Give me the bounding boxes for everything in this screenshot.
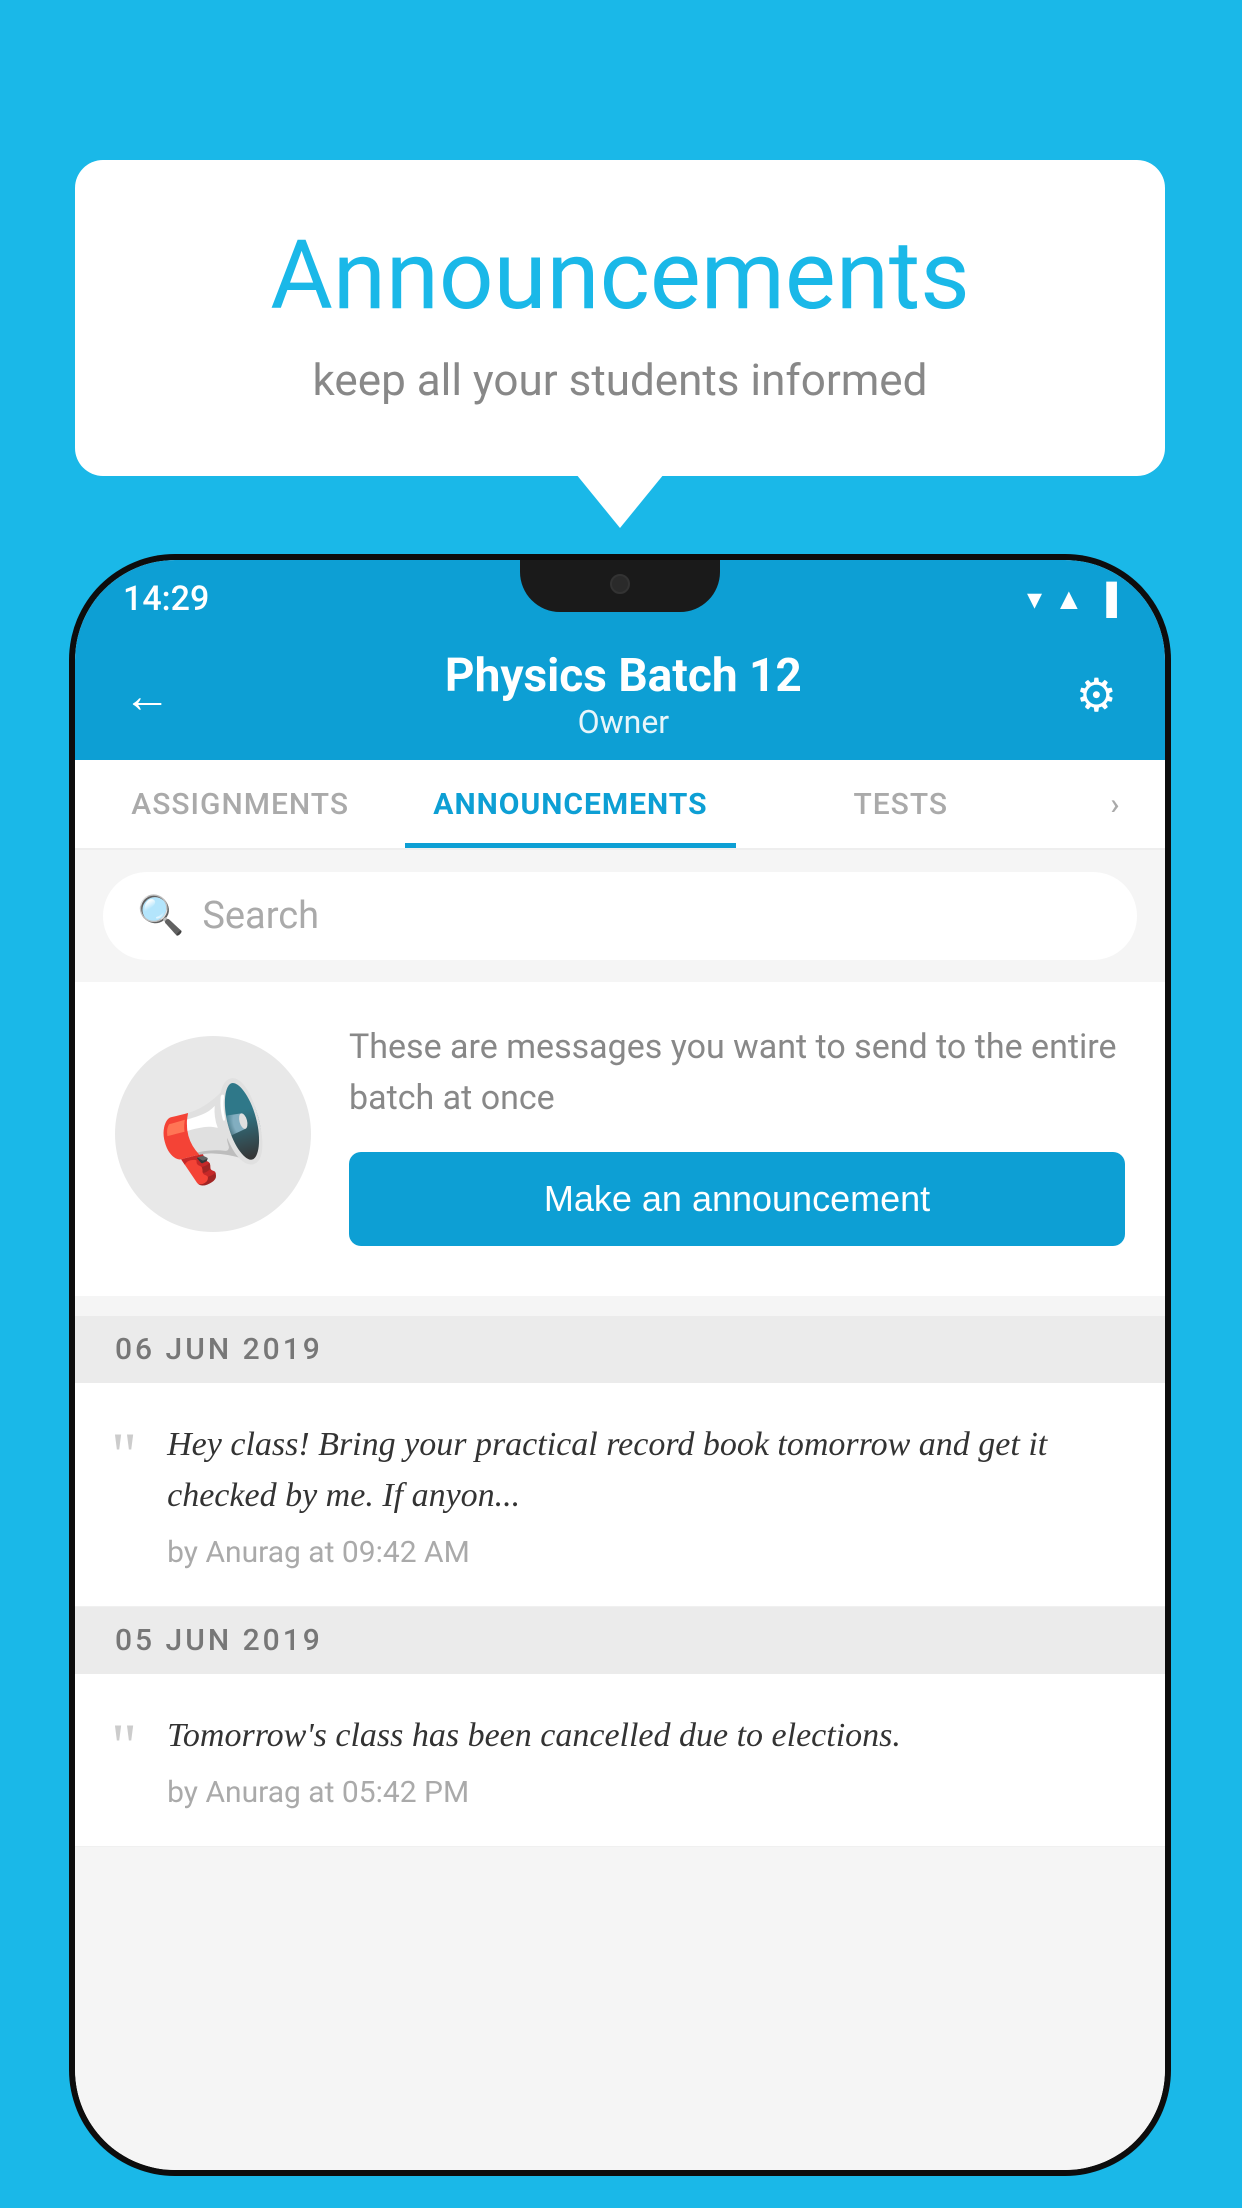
phone-frame: 14:29 ▾ ▲ ▐ ← Physics Batch 12 Owner ⚙ A… (75, 560, 1165, 2170)
tab-tests[interactable]: TESTS (736, 760, 1066, 848)
bubble-title: Announcements (155, 220, 1085, 332)
header-subtitle: Owner (445, 703, 802, 741)
wifi-icon: ▾ (1027, 582, 1042, 617)
phone-notch (520, 560, 720, 612)
more-icon: › (1110, 787, 1120, 822)
header-center: Physics Batch 12 Owner (445, 649, 802, 741)
front-camera (610, 574, 630, 594)
search-input[interactable]: Search (202, 894, 1103, 938)
quote-icon-2: " (111, 1714, 137, 1810)
announcement-text-1: Hey class! Bring your practical record b… (167, 1419, 1129, 1570)
tabs-bar: ASSIGNMENTS ANNOUNCEMENTS TESTS › (75, 760, 1165, 850)
announcement-meta-2: by Anurag at 05:42 PM (167, 1775, 901, 1810)
quote-icon-1: " (111, 1423, 137, 1570)
announce-description: These are messages you want to send to t… (349, 1022, 1125, 1124)
status-time: 14:29 (123, 579, 209, 619)
tab-assignments[interactable]: ASSIGNMENTS (75, 760, 405, 848)
announcement-icon-circle: 📢 (115, 1036, 311, 1232)
announcement-meta-1: by Anurag at 09:42 AM (167, 1535, 1129, 1570)
battery-icon: ▐ (1096, 582, 1117, 617)
make-announcement-button[interactable]: Make an announcement (349, 1152, 1125, 1246)
announcement-empty-state: 📢 These are messages you want to send to… (75, 982, 1165, 1296)
megaphone-icon: 📢 (147, 1070, 280, 1198)
date-separator-2: 05 JUN 2019 (75, 1607, 1165, 1674)
app-header: ← Physics Batch 12 Owner ⚙ (75, 630, 1165, 760)
back-button[interactable]: ← (123, 667, 171, 724)
phone-screen: 14:29 ▾ ▲ ▐ ← Physics Batch 12 Owner ⚙ A… (75, 560, 1165, 2170)
search-bar[interactable]: 🔍 Search (103, 872, 1137, 960)
search-icon: 🔍 (137, 894, 184, 938)
announcement-item-1[interactable]: " Hey class! Bring your practical record… (75, 1383, 1165, 1607)
settings-icon[interactable]: ⚙ (1076, 668, 1117, 723)
tab-more[interactable]: › (1066, 760, 1165, 848)
tab-announcements[interactable]: ANNOUNCEMENTS (405, 760, 735, 848)
status-icons: ▾ ▲ ▐ (1027, 582, 1117, 617)
screen-content: 🔍 Search 📢 These are messages you want t… (75, 850, 1165, 2170)
header-title: Physics Batch 12 (445, 649, 802, 703)
signal-icon: ▲ (1054, 582, 1084, 617)
date-separator-1: 06 JUN 2019 (75, 1316, 1165, 1383)
bubble-subtitle: keep all your students informed (155, 354, 1085, 406)
announcement-message-2: Tomorrow's class has been cancelled due … (167, 1710, 901, 1761)
speech-bubble: Announcements keep all your students inf… (75, 160, 1165, 476)
announcement-item-2[interactable]: " Tomorrow's class has been cancelled du… (75, 1674, 1165, 1847)
announcement-message-1: Hey class! Bring your practical record b… (167, 1419, 1129, 1521)
announcement-text-2: Tomorrow's class has been cancelled due … (167, 1710, 901, 1810)
announce-text-area: These are messages you want to send to t… (349, 1022, 1125, 1246)
